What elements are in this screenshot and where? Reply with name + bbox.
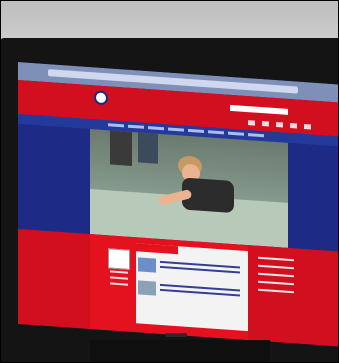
nav-item xyxy=(168,127,184,132)
nav-item xyxy=(228,131,244,136)
hero-image xyxy=(90,129,288,248)
news-thumbnail xyxy=(138,257,156,273)
nav-item xyxy=(208,130,224,135)
nav-item xyxy=(188,128,204,134)
monitor-screen xyxy=(18,62,339,347)
flag-thumbnail xyxy=(108,248,130,270)
photo-scene xyxy=(0,0,339,363)
nav-item xyxy=(108,123,124,128)
nav-item xyxy=(148,126,164,131)
monitor-brand xyxy=(165,333,187,337)
nav-item xyxy=(128,124,144,129)
monitor-stand xyxy=(90,340,270,363)
people-legs xyxy=(138,132,158,164)
header-icon xyxy=(262,121,269,127)
left-panel xyxy=(18,229,90,330)
header-icon xyxy=(276,122,283,128)
header-icon xyxy=(248,120,255,126)
search-input xyxy=(230,104,288,115)
news-thumbnail xyxy=(138,280,156,296)
school-logo xyxy=(94,90,108,106)
nav-item xyxy=(248,133,264,138)
header-icon xyxy=(290,123,297,129)
header-icon xyxy=(304,123,311,130)
people-legs xyxy=(110,130,132,166)
